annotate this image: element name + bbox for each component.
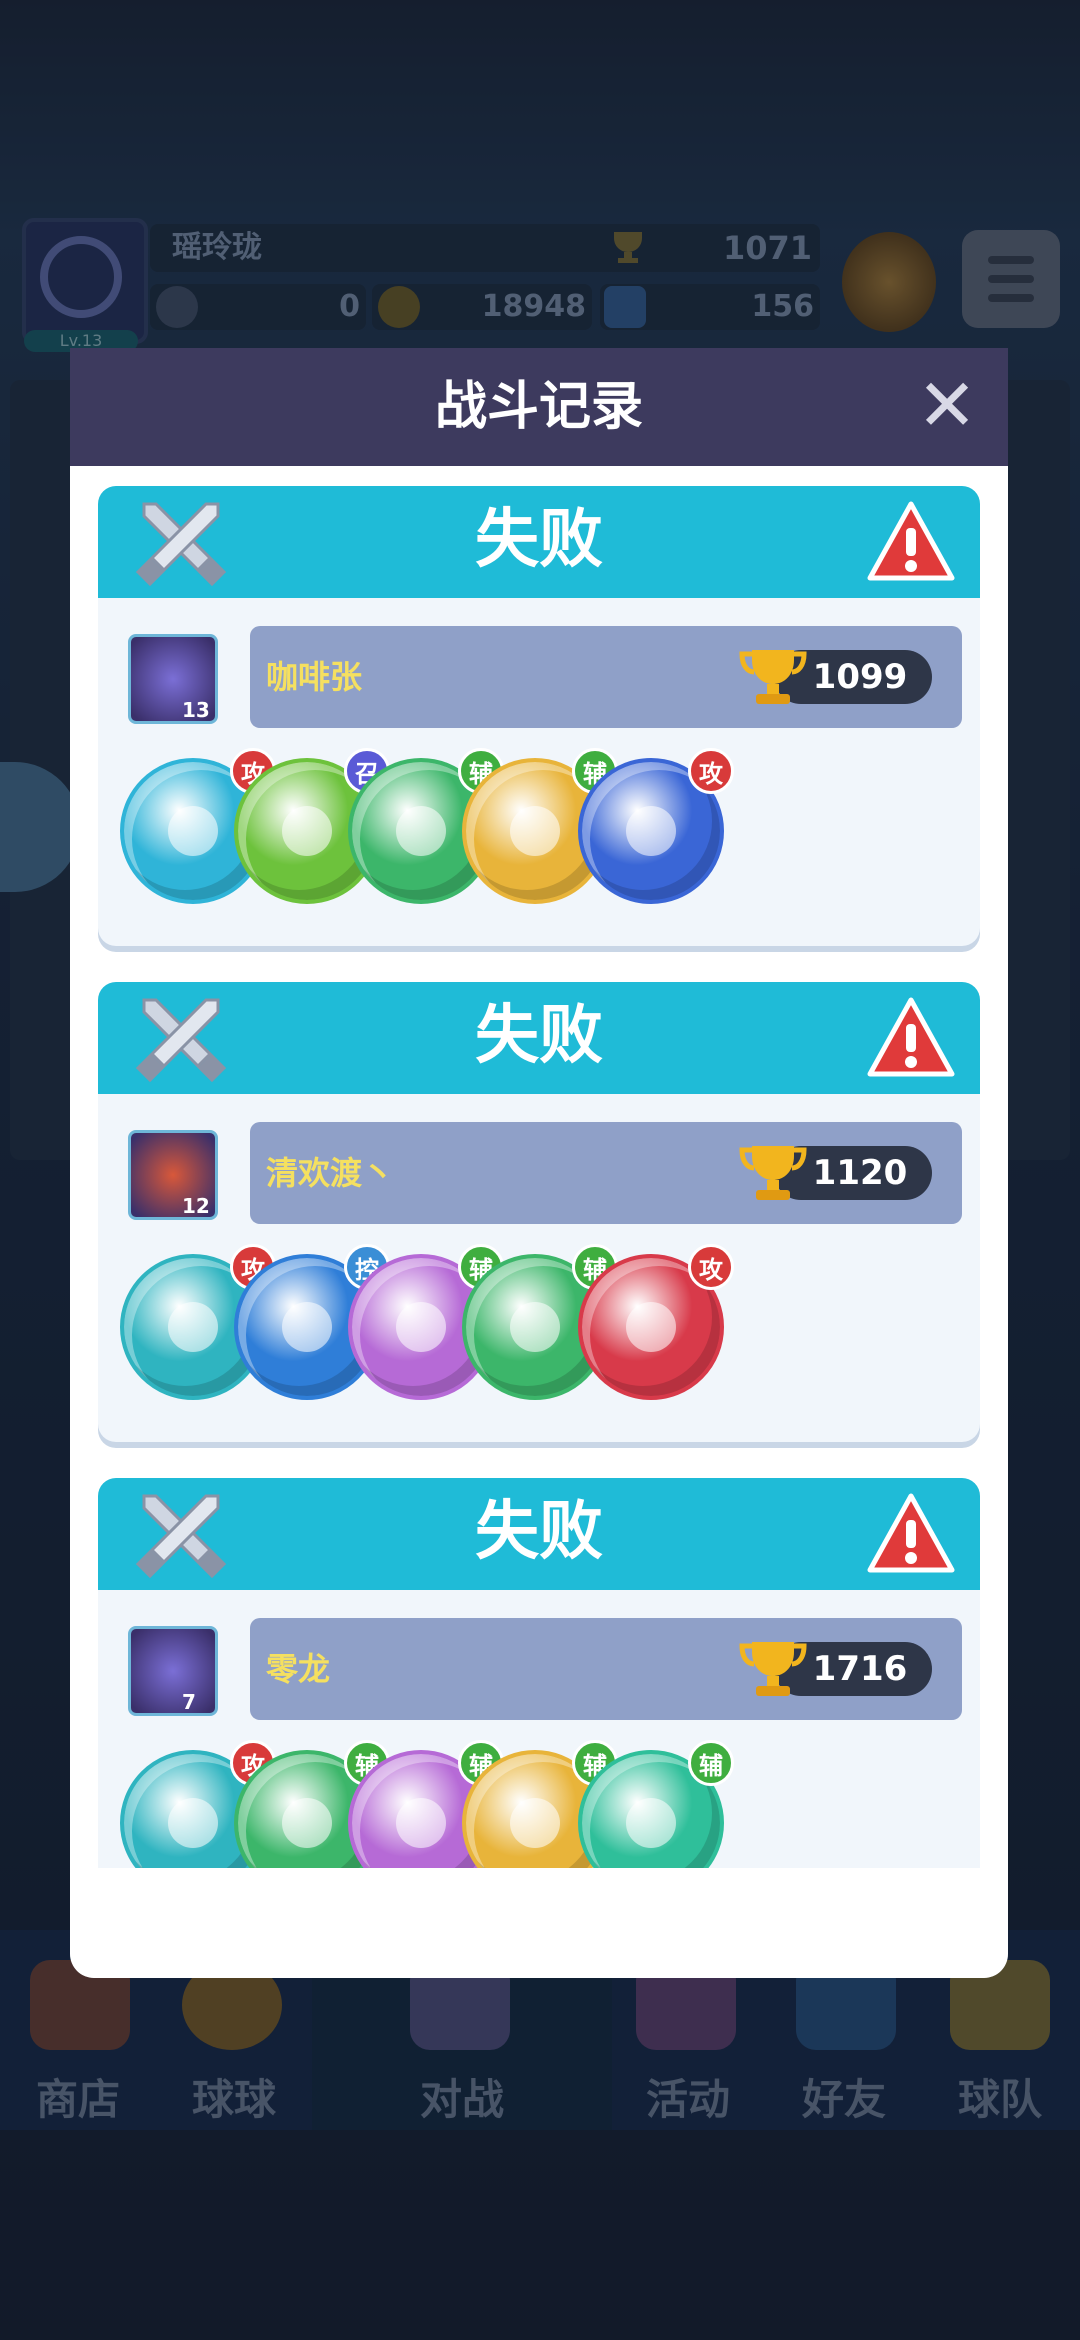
battle-record-card[interactable]: 失败 13 咖啡张 1099 攻召辅辅攻 [98, 486, 980, 946]
opponent-trophies: 1120 [812, 1153, 908, 1193]
result-label: 失败 [475, 999, 603, 1073]
result-label: 失败 [475, 1495, 603, 1569]
opponent-trophies: 1716 [812, 1649, 908, 1689]
battle-record-card[interactable]: 失败 12 清欢渡丶 1120 攻控辅辅攻 [98, 982, 980, 1442]
close-icon[interactable]: ✕ [912, 369, 982, 441]
ball-role-tag: 攻 [688, 1244, 734, 1290]
opponent-name: 清欢渡丶 [266, 1154, 395, 1192]
opponent-level: 12 [182, 1194, 210, 1218]
dialog-title: 战斗记录 [434, 377, 643, 437]
opponent-name: 零龙 [266, 1650, 331, 1688]
warning-icon [867, 997, 955, 1077]
result-label: 失败 [475, 503, 603, 577]
record-list[interactable]: 失败 13 咖啡张 1099 攻召辅辅攻失败 12 清欢渡丶 1120 攻控辅辅攻失败 7 零龙 17… [70, 466, 1008, 1868]
battle-record-card[interactable]: 失败 7 零龙 1716 攻辅辅辅辅 [98, 1478, 980, 1868]
opponent-level: 7 [182, 1690, 196, 1714]
ball-role-tag: 攻 [688, 748, 734, 794]
warning-icon [867, 1493, 955, 1573]
warning-icon [867, 501, 955, 581]
battle-record-dialog: 战斗记录 ✕ 失败 13 咖啡张 1099 攻召辅辅攻失败 12 清欢渡丶 1120 攻控辅辅攻… [70, 348, 1008, 1978]
opponent-trophies: 1099 [812, 657, 908, 697]
opponent-level: 13 [182, 698, 210, 722]
opponent-name: 咖啡张 [266, 658, 363, 696]
ball-role-tag: 辅 [688, 1740, 734, 1786]
